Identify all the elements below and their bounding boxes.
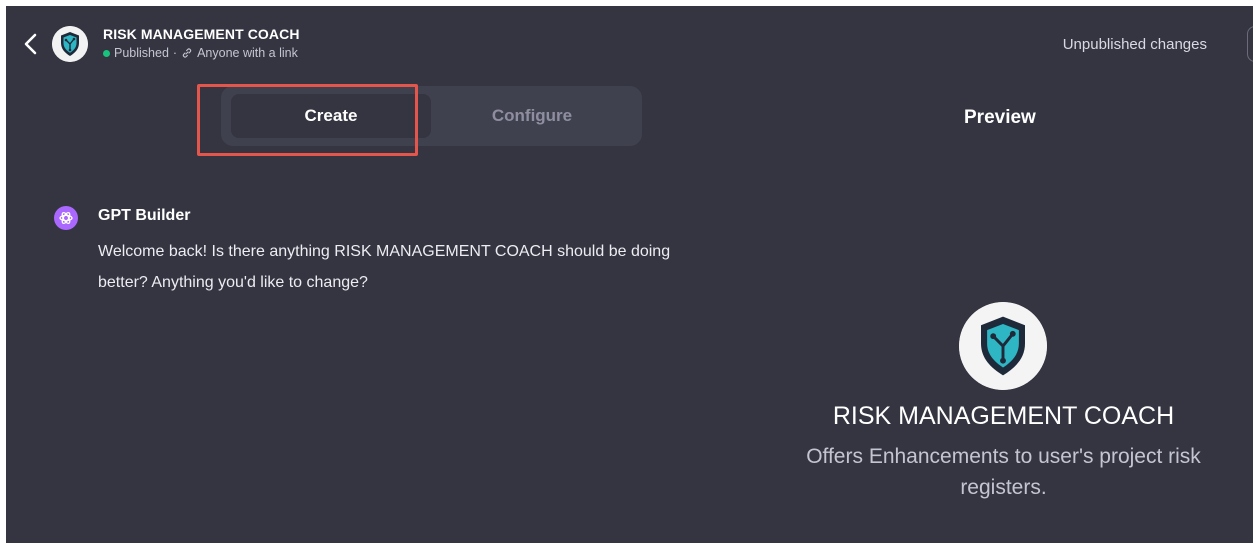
editor-tabs: Create Configure [221, 86, 642, 146]
preview-gpt-description: Offers Enhancements to user's project ri… [806, 445, 1201, 499]
builder-message: Welcome back! Is there anything RISK MAN… [98, 243, 671, 291]
gpt-avatar [52, 26, 88, 62]
unpublished-changes-label: Unpublished changes [1062, 36, 1207, 53]
openai-logo-icon [59, 211, 73, 225]
preview-gpt-avatar [959, 302, 1047, 390]
shield-circuit-icon [52, 26, 88, 62]
chevron-left-icon [24, 33, 37, 55]
link-icon [182, 48, 192, 58]
preview-gpt-name: RISK MANAGEMENT COACH [832, 402, 1175, 430]
status-label: Published [114, 46, 169, 60]
shield-circuit-icon [959, 302, 1047, 390]
message-sender: GPT Builder [98, 207, 191, 224]
tab-configure[interactable]: Configure [432, 94, 632, 138]
publish-status: Published · Anyone with a link [103, 46, 298, 60]
status-separator: · [172, 46, 178, 60]
header-action-button[interactable] [1247, 26, 1253, 62]
visibility-label: Anyone with a link [197, 46, 298, 60]
gpt-title: RISK MANAGEMENT COACH [103, 26, 300, 42]
tab-create[interactable]: Create [231, 94, 431, 138]
gpt-builder-avatar [54, 206, 78, 230]
gpt-editor-window: RISK MANAGEMENT COACH Published · Anyone… [6, 6, 1253, 543]
header: RISK MANAGEMENT COACH Published · Anyone… [6, 6, 1253, 84]
published-status-dot [103, 49, 110, 57]
preview-heading: Preview [964, 107, 1036, 128]
back-button[interactable] [20, 30, 42, 58]
